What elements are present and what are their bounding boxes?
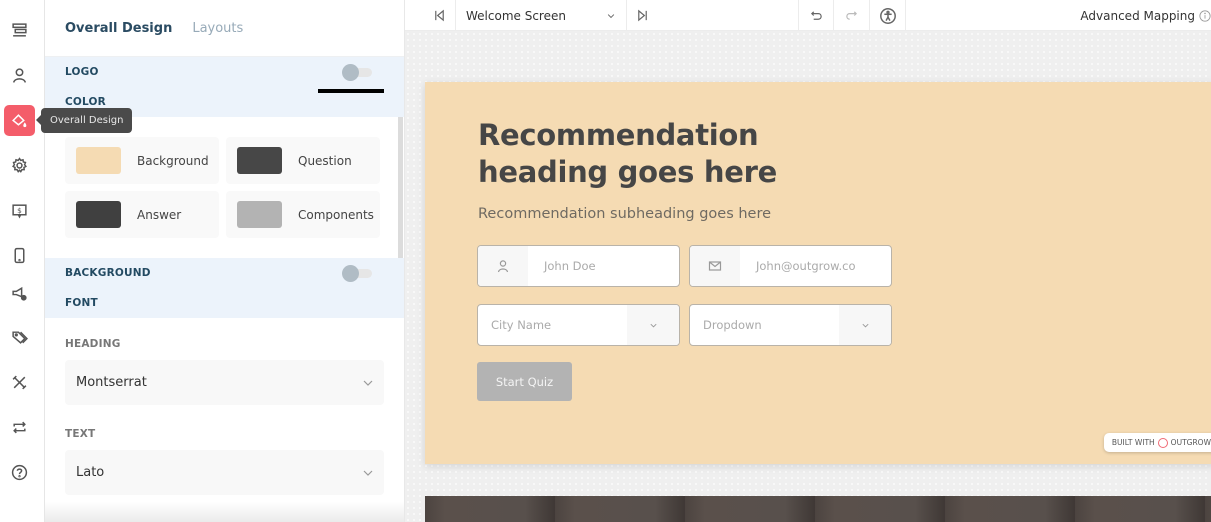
outgrow-logo-icon	[1157, 437, 1168, 448]
paint-bucket-icon	[12, 114, 27, 128]
name-input[interactable]: John Doe	[477, 245, 680, 287]
logo-label: LOGO	[65, 66, 99, 78]
chevron-down-icon	[607, 13, 615, 18]
first-screen-button[interactable]	[423, 0, 456, 31]
background-font-section: BACKGROUND FONT	[45, 258, 404, 318]
undo-icon	[810, 11, 822, 20]
color-background[interactable]: Background	[65, 137, 219, 184]
name-placeholder: John Doe	[544, 259, 596, 273]
welcome-screen-card: Recommendation heading goes here Recomme…	[425, 82, 1211, 464]
components-swatch[interactable]	[237, 201, 282, 228]
question-swatch[interactable]	[237, 147, 282, 174]
logo-placeholder-bar	[318, 89, 384, 93]
next-screen-preview	[425, 496, 1211, 522]
rail-item-promotion[interactable]	[4, 278, 35, 309]
brand-label: OUTGROW	[1170, 438, 1211, 447]
email-placeholder: John@outgrow.co	[756, 259, 856, 273]
rail-item-lead-generation[interactable]	[4, 60, 35, 91]
last-screen-button[interactable]	[627, 0, 657, 31]
panel-fade	[45, 502, 404, 522]
background-label: BACKGROUND	[65, 267, 151, 279]
megaphone-gear-icon	[12, 286, 27, 301]
email-input[interactable]: John@outgrow.co	[689, 245, 892, 287]
svg-text:$: $	[17, 206, 22, 215]
tag-icon	[12, 331, 28, 344]
tooltip: Overall Design	[35, 108, 133, 133]
repeat-icon	[13, 421, 26, 434]
color-label-question: Question	[298, 153, 352, 168]
help-icon	[11, 464, 28, 481]
advanced-mapping-label: Advanced Mapping	[1080, 8, 1195, 23]
city-select[interactable]: City Name	[477, 304, 680, 346]
rail-item-integrations[interactable]	[4, 412, 35, 443]
redo-button[interactable]	[834, 0, 870, 31]
logo-toggle[interactable]	[342, 64, 374, 81]
heading-font-select[interactable]: Montserrat	[65, 360, 384, 405]
panel-tabs: Overall Design Layouts	[45, 0, 404, 57]
undo-button[interactable]	[798, 0, 834, 31]
redo-icon	[846, 11, 857, 20]
monetize-icon: $	[12, 204, 27, 219]
info-icon	[1199, 9, 1211, 22]
tab-overall-design[interactable]: Overall Design	[65, 21, 172, 36]
rail-item-mobile[interactable]	[4, 240, 35, 271]
advanced-mapping[interactable]: Advanced Mapping	[1080, 0, 1211, 31]
rail-item-content[interactable]	[4, 15, 35, 46]
color-components[interactable]: Components	[226, 191, 380, 238]
dropdown-placeholder: Dropdown	[703, 318, 762, 332]
heading-font-label: HEADING	[65, 338, 121, 350]
content-icon	[12, 23, 27, 37]
preview-canvas: Recommendation heading goes here Recomme…	[405, 31, 1211, 522]
rail-item-monetize[interactable]: $	[4, 195, 35, 226]
rail-item-overall-design[interactable]	[4, 105, 35, 136]
color-label-answer: Answer	[137, 207, 182, 222]
color-label-components: Components	[298, 207, 374, 222]
rail-item-tags[interactable]	[4, 322, 35, 353]
accessibility-icon	[879, 7, 896, 24]
text-font-select[interactable]: Lato	[65, 450, 384, 495]
chevron-down-icon	[649, 323, 657, 327]
chevron-down-icon	[861, 323, 869, 327]
background-toggle[interactable]	[342, 265, 374, 282]
color-question[interactable]: Question	[226, 137, 380, 184]
design-panel: Overall Design Layouts LOGO COLOR Backgr…	[45, 0, 405, 522]
dropdown-select[interactable]: Dropdown	[689, 304, 892, 346]
icon-rail: Overall Design $	[0, 0, 133, 522]
color-label-background: Background	[137, 153, 209, 168]
tab-layouts[interactable]: Layouts	[192, 21, 243, 36]
user-icon	[497, 260, 509, 273]
built-with-label: BUILT WITH	[1111, 438, 1155, 447]
chevron-down-icon	[363, 380, 373, 386]
mail-icon	[708, 261, 722, 271]
top-toolbar: Welcome Screen Advanced Mapping	[405, 0, 1211, 31]
city-placeholder: City Name	[491, 318, 552, 332]
rail-item-settings[interactable]	[4, 150, 35, 181]
rail-item-help[interactable]	[4, 457, 35, 488]
text-font-label: TEXT	[65, 428, 96, 440]
heading-font-value: Montserrat	[76, 375, 147, 390]
rail-item-tools[interactable]	[4, 367, 35, 398]
screen-select[interactable]: Welcome Screen	[456, 0, 627, 31]
skip-first-icon	[434, 9, 444, 22]
user-icon	[12, 68, 27, 83]
app-root: Overall Design $ Overall Design Layouts …	[0, 0, 1211, 522]
tools-icon	[12, 375, 27, 390]
accessibility-button[interactable]	[870, 0, 906, 31]
built-with-badge[interactable]: BUILT WITH OUTGROW	[1103, 433, 1211, 452]
start-quiz-button[interactable]: Start Quiz	[477, 362, 572, 401]
font-label: FONT	[65, 297, 98, 309]
chevron-down-icon	[363, 470, 373, 476]
screen-select-value: Welcome Screen	[466, 8, 566, 23]
background-swatch[interactable]	[76, 147, 121, 174]
color-answer[interactable]: Answer	[65, 191, 219, 238]
color-grid: Background Question Answer Components	[45, 117, 404, 258]
recommendation-subheading[interactable]: Recommendation subheading goes here	[478, 206, 771, 222]
answer-swatch[interactable]	[76, 201, 121, 228]
recommendation-heading[interactable]: Recommendation heading goes here	[478, 117, 818, 191]
gear-icon	[12, 157, 27, 173]
mobile-icon	[14, 247, 25, 264]
text-font-value: Lato	[76, 465, 105, 480]
skip-last-icon	[637, 9, 647, 22]
